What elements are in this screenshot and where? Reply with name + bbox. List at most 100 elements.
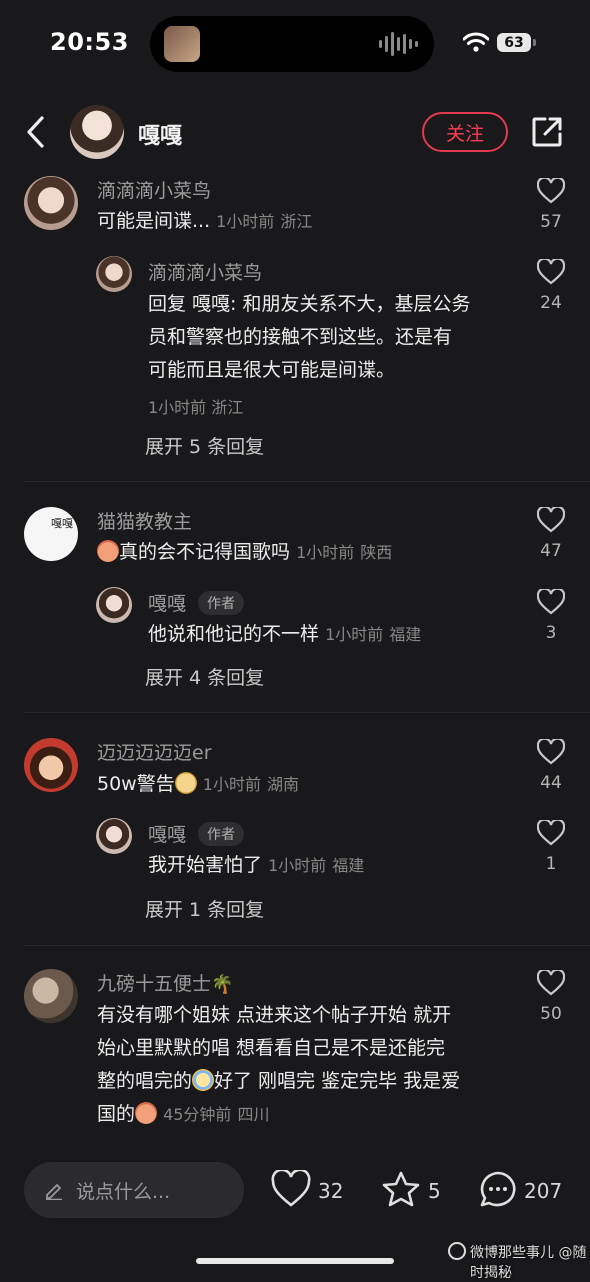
comment-text[interactable]: 可能是间谍... 1小时前 浙江 — [97, 205, 312, 238]
comment-segment: 国的 — [97, 1103, 136, 1125]
comment-time: 1小时前 — [216, 212, 275, 231]
like-count: 57 — [540, 212, 562, 232]
comment-text[interactable]: 有没有哪个姐妹 点进来这个帖子开始 就开 始心里默默的唱 想看看自己是不是还能完… — [97, 999, 517, 1131]
like-count: 50 — [540, 1004, 562, 1024]
expand-replies-link[interactable]: 展开 4 条回复 — [145, 663, 264, 690]
reply-body: 我开始害怕了 — [148, 854, 263, 876]
reply-text[interactable]: 我开始害怕了 1小时前 福建 — [148, 849, 364, 882]
reply-text[interactable]: 回复 嘎嘎: 和朋友关系不大，基层公务 员和警察也的接触不到这些。还是有 可能而… — [148, 288, 470, 387]
reply-text[interactable]: 他说和他记的不一样 1小时前 福建 — [148, 618, 421, 651]
expand-replies-link[interactable]: 展开 1 条回复 — [145, 895, 264, 922]
comment-divider — [24, 945, 590, 946]
author-avatar[interactable] — [70, 105, 124, 159]
audio-wave-icon — [379, 30, 418, 58]
comment-text[interactable]: 50w警告 1小时前 湖南 — [97, 768, 299, 801]
comment-input-placeholder: 说点什么... — [76, 1181, 171, 1203]
comment-time: 45分钟前 — [163, 1105, 232, 1124]
now-playing-thumbnail — [164, 26, 200, 62]
reply-location: 福建 — [389, 625, 422, 644]
heart-icon[interactable] — [537, 589, 565, 615]
reply-name[interactable]: 滴滴滴小菜鸟 — [148, 258, 262, 285]
crying-emoji-icon — [192, 1069, 215, 1091]
heart-icon[interactable] — [537, 820, 565, 846]
commenter-name[interactable]: 九磅十五便士🌴 — [97, 969, 233, 996]
like-heart-icon[interactable] — [271, 1170, 311, 1208]
pencil-icon — [46, 1184, 62, 1200]
peach-emoji-icon — [97, 540, 119, 562]
reply-username: 嘎嘎 — [148, 824, 187, 846]
heart-icon[interactable] — [537, 507, 565, 533]
star-total: 5 — [428, 1179, 441, 1203]
battery-indicator: 63 — [497, 33, 531, 52]
comment-time: 1小时前 — [296, 543, 355, 562]
comment-body: 50w警告 — [97, 773, 175, 795]
author-name[interactable]: 嘎嘎 — [138, 118, 182, 150]
reply-time: 1小时前 — [268, 856, 327, 875]
comment-line: 有没有哪个姐妹 点进来这个帖子开始 就开 — [97, 1004, 452, 1026]
reply-avatar[interactable] — [96, 256, 132, 292]
commenter-avatar[interactable] — [24, 176, 78, 230]
heart-icon[interactable] — [537, 970, 565, 996]
post-header: 嘎嘎 关注 — [0, 100, 590, 166]
reply-avatar[interactable] — [96, 818, 132, 854]
bottom-action-bar: 说点什么... 32 5 207 微博那些事儿 @随时揭秘 — [0, 1148, 590, 1281]
comment-line: 国的 45分钟前 四川 — [97, 1098, 517, 1131]
reply-name[interactable]: 嘎嘎 作者 — [148, 589, 245, 616]
comment-body: 真的会不记得国歌吗 — [119, 541, 291, 563]
expand-replies-link[interactable]: 展开 5 条回复 — [145, 432, 264, 459]
heart-icon[interactable] — [537, 259, 565, 285]
commenter-name[interactable]: 迈迈迈迈迈er — [97, 738, 212, 765]
follow-button[interactable]: 关注 — [422, 112, 508, 152]
reply-name[interactable]: 嘎嘎 作者 — [148, 820, 245, 847]
heart-icon[interactable] — [537, 739, 565, 765]
reply-body: 他说和他记的不一样 — [148, 623, 320, 645]
status-time: 20:53 — [50, 28, 129, 56]
reply-meta: 1小时前 浙江 — [148, 394, 243, 418]
comment-line: 整的唱完的 好了 刚唱完 鉴定完毕 我是爱 — [97, 1065, 517, 1098]
reply-location: 福建 — [332, 856, 365, 875]
battery-tip — [533, 39, 536, 46]
reply-line: 可能而且是很大可能是间谍。 — [148, 359, 396, 381]
comment-segment: 整的唱完的 — [97, 1070, 193, 1092]
reply-time: 1小时前 — [325, 625, 384, 644]
author-badge: 作者 — [198, 822, 245, 846]
reply-location: 浙江 — [211, 398, 244, 417]
star-icon[interactable] — [381, 1170, 421, 1208]
comment-input[interactable]: 说点什么... — [24, 1162, 244, 1218]
like-count: 3 — [545, 623, 557, 643]
wifi-icon — [463, 32, 489, 52]
reply-avatar[interactable] — [96, 587, 132, 623]
commenter-avatar[interactable] — [24, 969, 78, 1023]
commenter-name[interactable]: 滴滴滴小菜鸟 — [97, 176, 211, 203]
palm-tree-emoji-icon: 🌴 — [211, 974, 234, 995]
commenter-name[interactable]: 猫猫教教主 — [97, 507, 192, 534]
like-count: 47 — [540, 541, 562, 561]
like-total: 32 — [318, 1179, 344, 1203]
back-arrow-icon[interactable] — [22, 114, 52, 150]
like-count: 24 — [540, 293, 562, 313]
commenter-avatar[interactable]: 嘎嘎 — [24, 507, 78, 561]
reply-line: 员和警察也的接触不到这些。还是有 — [148, 326, 453, 348]
dynamic-island[interactable] — [150, 16, 434, 72]
comment-location: 湖南 — [267, 775, 300, 794]
comment-text[interactable]: 真的会不记得国歌吗 1小时前 陕西 — [97, 536, 392, 569]
comment-bubble-icon[interactable] — [478, 1170, 518, 1208]
status-bar: 20:53 63 — [0, 0, 590, 92]
comment-divider — [24, 481, 590, 482]
doge-emoji-icon — [174, 772, 197, 794]
comment-time: 1小时前 — [202, 775, 261, 794]
comment-body: 可能是间谍... — [97, 210, 211, 232]
commenter-avatar[interactable] — [24, 738, 78, 792]
reply-line: 回复 嘎嘎: 和朋友关系不大，基层公务 — [148, 293, 471, 315]
comment-total: 207 — [524, 1179, 563, 1203]
share-icon[interactable] — [531, 116, 563, 148]
heart-icon[interactable] — [537, 178, 565, 204]
peach-emoji-icon — [135, 1102, 158, 1124]
comment-line: 始心里默默的唱 想看看自己是不是还能完 — [97, 1037, 446, 1059]
comment-segment: 好了 刚唱完 鉴定完毕 我是爱 — [214, 1070, 461, 1092]
home-indicator[interactable] — [196, 1258, 394, 1264]
comment-location: 四川 — [237, 1105, 270, 1124]
comment-location: 陕西 — [360, 543, 393, 562]
like-count: 44 — [540, 773, 562, 793]
author-badge: 作者 — [198, 591, 245, 615]
